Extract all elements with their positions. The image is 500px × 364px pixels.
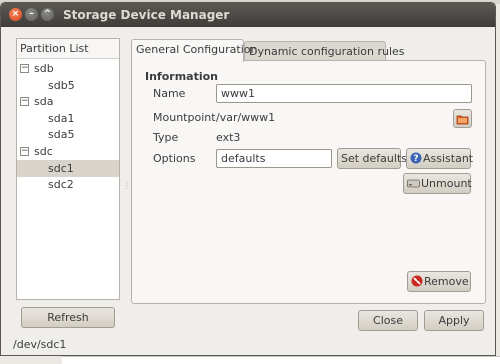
- options-label: Options: [153, 152, 196, 165]
- mountpoint-label: Mountpoint: [153, 111, 216, 124]
- maximize-icon: ^: [43, 9, 52, 19]
- partition-item-label: sdc: [34, 145, 53, 158]
- remove-button[interactable]: Remove: [407, 271, 471, 292]
- window-maximize-button[interactable]: ^: [41, 8, 54, 21]
- folder-icon: [456, 115, 469, 125]
- options-input[interactable]: defaults: [216, 149, 332, 168]
- partition-item-sdb5[interactable]: sdb5: [17, 77, 119, 94]
- minimize-icon: –: [29, 9, 34, 19]
- window-minimize-button[interactable]: –: [25, 8, 38, 21]
- assistant-button[interactable]: ? Assistant: [406, 148, 474, 169]
- assistant-label: Assistant: [423, 152, 474, 165]
- title-bar: × – ^ Storage Device Manager: [1, 3, 495, 27]
- partition-item-label: sda: [34, 95, 54, 108]
- type-value: ext3: [216, 131, 241, 144]
- close-icon: ×: [11, 9, 20, 19]
- partition-list[interactable]: Partition List − sdb sdb5− sda sda1 sda5− sdc s…: [16, 38, 120, 300]
- unmount-button[interactable]: Unmount: [403, 173, 472, 194]
- partition-item-sdc2[interactable]: sdc2: [17, 176, 119, 193]
- pane-splitter-handle[interactable]: ⋮: [123, 181, 131, 191]
- unmount-label: Unmount: [421, 177, 472, 190]
- set-defaults-button[interactable]: Set defaults: [337, 148, 407, 169]
- set-defaults-label: Set defaults: [341, 152, 407, 165]
- tab-general-configuration[interactable]: General Configuration: [131, 39, 257, 62]
- partition-list-header[interactable]: Partition List: [17, 39, 119, 59]
- background-terminal-strip: [62, 356, 500, 364]
- partition-item-label: sdc1: [48, 162, 74, 175]
- remove-label: Remove: [424, 275, 469, 288]
- partition-item-sdc[interactable]: − sdc: [17, 143, 119, 160]
- window-title: Storage Device Manager: [63, 8, 230, 22]
- partition-item-label: sda5: [48, 128, 75, 141]
- remove-icon: [411, 275, 423, 287]
- name-label: Name: [153, 87, 186, 100]
- partition-item-label: sdb5: [48, 79, 75, 92]
- status-device-path: /dev/sdc1: [13, 338, 67, 351]
- partition-item-sda[interactable]: − sda: [17, 93, 119, 110]
- drive-icon: [407, 179, 420, 188]
- partition-item-label: sda1: [48, 112, 75, 125]
- refresh-label: Refresh: [47, 311, 89, 324]
- tab-dynamic-configuration-rules[interactable]: Dynamic configuration rules: [244, 41, 405, 61]
- help-icon: ?: [410, 152, 422, 164]
- type-label: Type: [153, 131, 179, 144]
- close-label: Close: [373, 314, 403, 327]
- information-section-title: Information: [145, 70, 218, 83]
- browse-mountpoint-button[interactable]: [453, 109, 472, 128]
- close-button[interactable]: Close: [358, 310, 418, 331]
- partition-item-sdc1[interactable]: sdc1: [17, 160, 119, 177]
- partition-item-label: sdc2: [48, 178, 74, 191]
- general-configuration-panel: Information Name www1 Mountpoint /var/ww…: [131, 60, 486, 304]
- refresh-button[interactable]: Refresh: [21, 307, 115, 328]
- window-close-button[interactable]: ×: [9, 8, 22, 21]
- apply-button[interactable]: Apply: [424, 310, 484, 331]
- svg-text:?: ?: [413, 154, 418, 164]
- partition-item-label: sdb: [34, 62, 54, 75]
- partition-item-sdb[interactable]: − sdb: [17, 60, 119, 77]
- storage-device-manager-window: × – ^ Storage Device Manager Partition L…: [0, 2, 496, 356]
- partition-item-sda1[interactable]: sda1: [17, 110, 119, 127]
- collapse-expander-icon[interactable]: −: [20, 64, 29, 73]
- apply-label: Apply: [438, 314, 470, 327]
- collapse-expander-icon[interactable]: −: [20, 97, 29, 106]
- collapse-expander-icon[interactable]: −: [20, 147, 29, 156]
- mountpoint-value: /var/www1: [216, 111, 276, 124]
- partition-item-sda5[interactable]: sda5: [17, 126, 119, 143]
- name-input[interactable]: www1: [216, 84, 472, 103]
